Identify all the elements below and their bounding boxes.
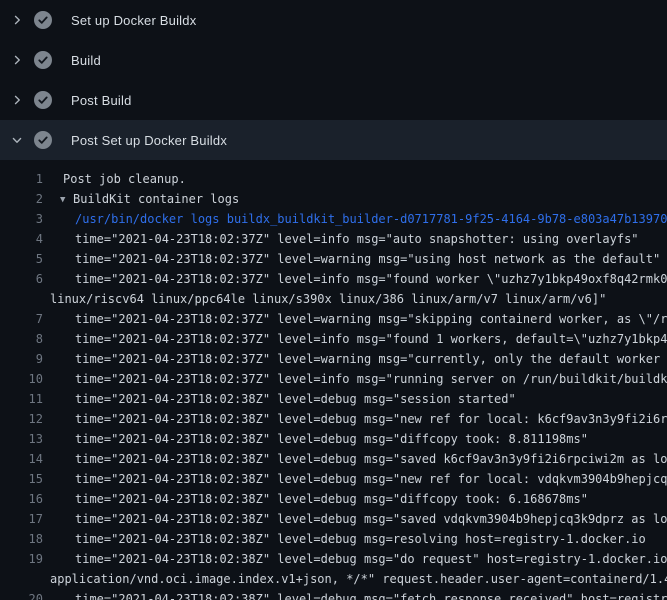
log-text: time="2021-04-23T18:02:38Z" level=debug … <box>45 589 667 600</box>
log-line: 10 time="2021-04-23T18:02:37Z" level=inf… <box>0 369 667 389</box>
check-circle-icon <box>34 51 52 69</box>
log-area: 1 Post job cleanup. 2 ▼BuildKit containe… <box>0 160 667 600</box>
line-number[interactable]: 19 <box>0 549 45 569</box>
log-text: time="2021-04-23T18:02:38Z" level=debug … <box>45 409 667 429</box>
step-header-post-build[interactable]: Post Build <box>0 80 667 120</box>
log-text: time="2021-04-23T18:02:37Z" level=warnin… <box>45 309 667 329</box>
log-text: time="2021-04-23T18:02:38Z" level=debug … <box>45 469 667 489</box>
step-label: Build <box>71 53 101 68</box>
chevron-down-icon[interactable] <box>0 134 34 146</box>
log-line: 13 time="2021-04-23T18:02:38Z" level=deb… <box>0 429 667 449</box>
log-line: 18 time="2021-04-23T18:02:38Z" level=deb… <box>0 529 667 549</box>
line-number[interactable]: 9 <box>0 349 45 369</box>
log-group-toggle[interactable]: ▼BuildKit container logs <box>45 189 667 209</box>
step-label: Post Set up Docker Buildx <box>71 133 227 148</box>
log-text: time="2021-04-23T18:02:38Z" level=debug … <box>45 509 667 529</box>
log-line: 12 time="2021-04-23T18:02:38Z" level=deb… <box>0 409 667 429</box>
log-line: 2 ▼BuildKit container logs <box>0 189 667 209</box>
log-text: time="2021-04-23T18:02:37Z" level=info m… <box>45 369 667 389</box>
log-text: time="2021-04-23T18:02:38Z" level=debug … <box>45 529 667 549</box>
step-label: Post Build <box>71 93 132 108</box>
log-line: application/vnd.oci.image.index.v1+json,… <box>0 569 667 589</box>
log-text: time="2021-04-23T18:02:38Z" level=debug … <box>45 489 667 509</box>
step-section-list: Set up Docker Buildx Build Post Build Po… <box>0 0 667 160</box>
chevron-right-icon[interactable] <box>0 54 34 66</box>
line-number <box>0 569 45 589</box>
log-text: time="2021-04-23T18:02:37Z" level=info m… <box>45 269 667 289</box>
log-line: 8 time="2021-04-23T18:02:37Z" level=info… <box>0 329 667 349</box>
triangle-down-icon: ▼ <box>60 190 73 209</box>
log-line: 16 time="2021-04-23T18:02:38Z" level=deb… <box>0 489 667 509</box>
log-line: 9 time="2021-04-23T18:02:37Z" level=warn… <box>0 349 667 369</box>
log-text: time="2021-04-23T18:02:38Z" level=debug … <box>45 449 667 469</box>
log-line: 11 time="2021-04-23T18:02:38Z" level=deb… <box>0 389 667 409</box>
step-header-set-up-docker-buildx[interactable]: Set up Docker Buildx <box>0 0 667 40</box>
log-line: 7 time="2021-04-23T18:02:37Z" level=warn… <box>0 309 667 329</box>
line-number[interactable]: 17 <box>0 509 45 529</box>
log-line: linux/riscv64 linux/ppc64le linux/s390x … <box>0 289 667 309</box>
line-number[interactable]: 8 <box>0 329 45 349</box>
line-number[interactable]: 2 <box>0 189 45 209</box>
line-number[interactable]: 4 <box>0 229 45 249</box>
log-text: time="2021-04-23T18:02:37Z" level=info m… <box>45 229 667 249</box>
log-line: 17 time="2021-04-23T18:02:38Z" level=deb… <box>0 509 667 529</box>
log-text: time="2021-04-23T18:02:37Z" level=warnin… <box>45 349 667 369</box>
log-text: time="2021-04-23T18:02:37Z" level=info m… <box>45 329 667 349</box>
log-line: 14 time="2021-04-23T18:02:38Z" level=deb… <box>0 449 667 469</box>
log-line: 20 time="2021-04-23T18:02:38Z" level=deb… <box>0 589 667 600</box>
chevron-right-icon[interactable] <box>0 94 34 106</box>
line-number[interactable]: 14 <box>0 449 45 469</box>
line-number[interactable]: 7 <box>0 309 45 329</box>
line-number[interactable]: 1 <box>0 169 45 189</box>
log-line: 1 Post job cleanup. <box>0 169 667 189</box>
log-line: 5 time="2021-04-23T18:02:37Z" level=warn… <box>0 249 667 269</box>
line-number[interactable]: 10 <box>0 369 45 389</box>
line-number[interactable]: 6 <box>0 269 45 289</box>
line-number[interactable]: 5 <box>0 249 45 269</box>
step-label: Set up Docker Buildx <box>71 13 196 28</box>
log-text: time="2021-04-23T18:02:38Z" level=debug … <box>45 549 667 569</box>
line-number <box>0 289 45 309</box>
log-line: 19 time="2021-04-23T18:02:38Z" level=deb… <box>0 549 667 569</box>
log-text: time="2021-04-23T18:02:38Z" level=debug … <box>45 429 667 449</box>
log-text: application/vnd.oci.image.index.v1+json,… <box>45 569 667 589</box>
log-text: Post job cleanup. <box>45 169 667 189</box>
actions-log-viewer: Set up Docker Buildx Build Post Build Po… <box>0 0 667 600</box>
line-number[interactable]: 11 <box>0 389 45 409</box>
check-circle-icon <box>34 131 52 149</box>
log-text: time="2021-04-23T18:02:38Z" level=debug … <box>45 389 667 409</box>
step-header-build[interactable]: Build <box>0 40 667 80</box>
log-text: time="2021-04-23T18:02:37Z" level=warnin… <box>45 249 667 269</box>
step-header-post-set-up-docker-buildx[interactable]: Post Set up Docker Buildx <box>0 120 667 160</box>
log-line: 6 time="2021-04-23T18:02:37Z" level=info… <box>0 269 667 289</box>
chevron-right-icon[interactable] <box>0 14 34 26</box>
log-line: 3 /usr/bin/docker logs buildx_buildkit_b… <box>0 209 667 229</box>
log-line: 15 time="2021-04-23T18:02:38Z" level=deb… <box>0 469 667 489</box>
line-number[interactable]: 3 <box>0 209 45 229</box>
line-number[interactable]: 20 <box>0 589 45 600</box>
log-line: 4 time="2021-04-23T18:02:37Z" level=info… <box>0 229 667 249</box>
check-circle-icon <box>34 11 52 29</box>
line-number[interactable]: 15 <box>0 469 45 489</box>
log-command-text: /usr/bin/docker logs buildx_buildkit_bui… <box>45 209 667 229</box>
log-text: linux/riscv64 linux/ppc64le linux/s390x … <box>45 289 667 309</box>
line-number[interactable]: 12 <box>0 409 45 429</box>
line-number[interactable]: 18 <box>0 529 45 549</box>
line-number[interactable]: 16 <box>0 489 45 509</box>
check-circle-icon <box>34 91 52 109</box>
line-number[interactable]: 13 <box>0 429 45 449</box>
